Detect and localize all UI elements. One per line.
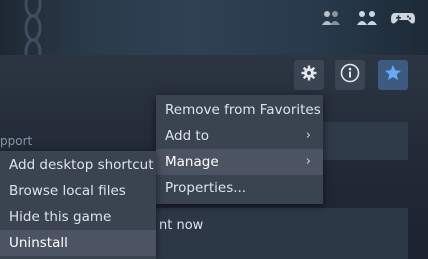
info-button[interactable] — [335, 60, 365, 90]
game-hero-banner — [0, 0, 428, 55]
controller-icon — [390, 8, 416, 28]
submenu-item-browse-local-files[interactable]: Browse local files — [0, 178, 156, 204]
chevron-right-icon: › — [305, 154, 311, 169]
menu-item-manage[interactable]: Manage › — [156, 149, 323, 175]
activity-panel: nt now — [150, 208, 408, 259]
submenu-item-hide-game[interactable]: Hide this game — [0, 204, 156, 230]
multiplayer-icon — [354, 8, 380, 28]
chain-artwork — [24, 0, 42, 55]
support-label: pport — [0, 134, 33, 148]
settings-button[interactable] — [294, 60, 324, 90]
menu-item-add-to[interactable]: Add to › — [156, 123, 323, 149]
game-context-menu: Remove from Favorites Add to › Manage › … — [156, 95, 323, 204]
star-icon — [384, 64, 402, 86]
info-icon — [340, 63, 360, 87]
submenu-item-add-desktop-shortcut[interactable]: Add desktop shortcut — [0, 152, 156, 178]
menu-item-remove-favorites[interactable]: Remove from Favorites — [156, 97, 323, 123]
manage-submenu: Add desktop shortcut Browse local files … — [0, 151, 156, 259]
single-player-icon — [318, 8, 344, 28]
activity-text: nt now — [159, 218, 204, 233]
gear-icon — [301, 65, 317, 85]
info-panel — [312, 122, 408, 160]
submenu-item-uninstall[interactable]: Uninstall — [0, 230, 156, 256]
chevron-right-icon: › — [305, 128, 311, 143]
menu-item-properties[interactable]: Properties... — [156, 175, 323, 201]
favorite-button[interactable] — [378, 60, 408, 90]
